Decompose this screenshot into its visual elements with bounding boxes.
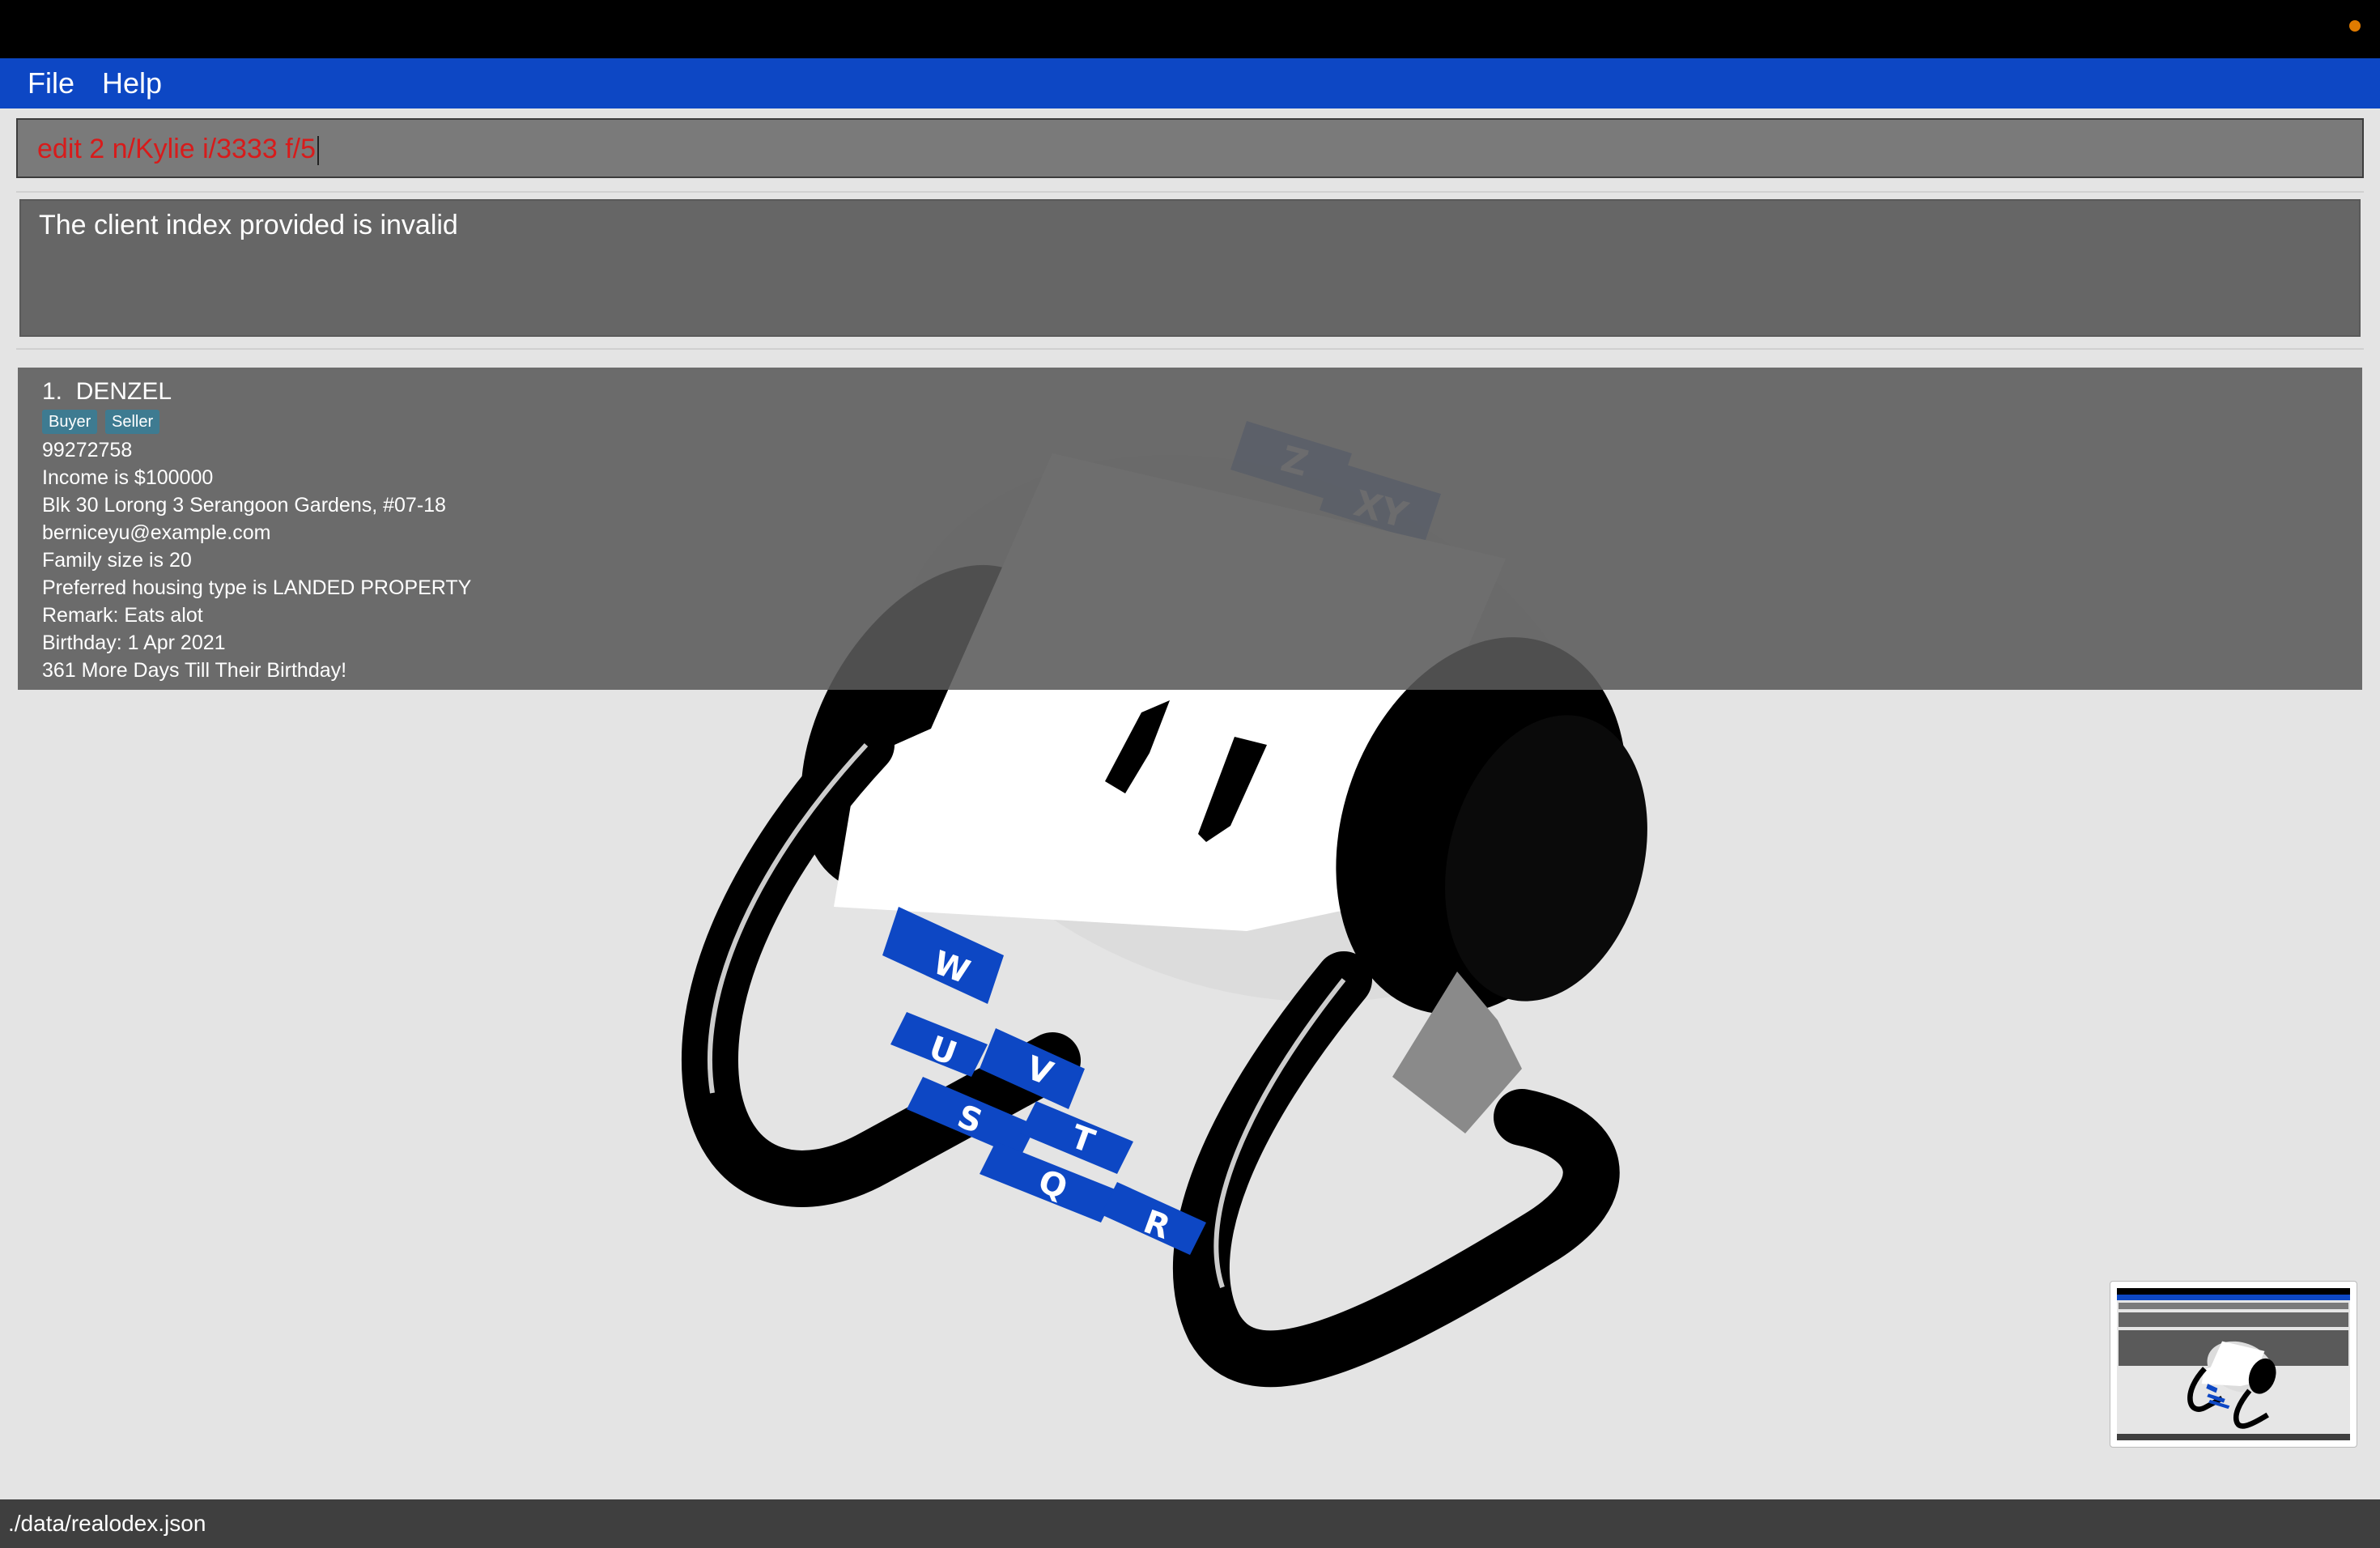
text-caret (317, 136, 320, 166)
menu-help[interactable]: Help (102, 65, 162, 102)
divider (16, 191, 2364, 193)
command-input[interactable]: edit 2 n/Kylie i/3333 f/5 (37, 133, 320, 166)
tag-seller: Seller (105, 410, 160, 434)
client-remark: Remark: Eats alot (42, 604, 203, 627)
status-file-path: ./data/realodex.json (8, 1511, 206, 1536)
client-family: Family size is 20 (42, 549, 192, 572)
client-address: Blk 30 Lorong 3 Serangoon Gardens, #07-1… (42, 494, 446, 517)
client-name: DENZEL (75, 378, 172, 405)
result-display[interactable]: The client index provided is invalid (19, 199, 2361, 337)
menu-file[interactable]: File (28, 65, 74, 102)
thumbnail-preview (2117, 1288, 2350, 1440)
client-index: 1. (42, 378, 63, 405)
menu-bar: File Help (0, 58, 2380, 108)
client-countdown: 361 More Days Till Their Birthday! (42, 659, 347, 682)
result-message: The client index provided is invalid (39, 210, 458, 240)
client-housing: Preferred housing type is LANDED PROPERT… (42, 576, 472, 599)
divider (16, 348, 2364, 350)
title-bar (0, 0, 2380, 58)
client-title: 1. DENZEL (42, 377, 172, 406)
client-email: berniceyu@example.com (42, 521, 271, 544)
window-thumbnail[interactable] (2110, 1281, 2357, 1448)
client-phone: 99272758 (42, 439, 133, 461)
window-indicator-icon (2349, 20, 2361, 32)
tag-buyer: Buyer (42, 410, 98, 434)
client-birthday: Birthday: 1 Apr 2021 (42, 632, 226, 654)
rolodex-mini-icon (2187, 1341, 2276, 1429)
client-income: Income is $100000 (42, 466, 214, 489)
client-card[interactable]: 1. DENZEL Buyer Seller 99272758 Income i… (18, 368, 2362, 690)
command-value: edit 2 n/Kylie i/3333 f/5 (37, 134, 317, 164)
status-bar: ./data/realodex.json (0, 1499, 2380, 1548)
command-box[interactable]: edit 2 n/Kylie i/3333 f/5 (16, 118, 2364, 178)
